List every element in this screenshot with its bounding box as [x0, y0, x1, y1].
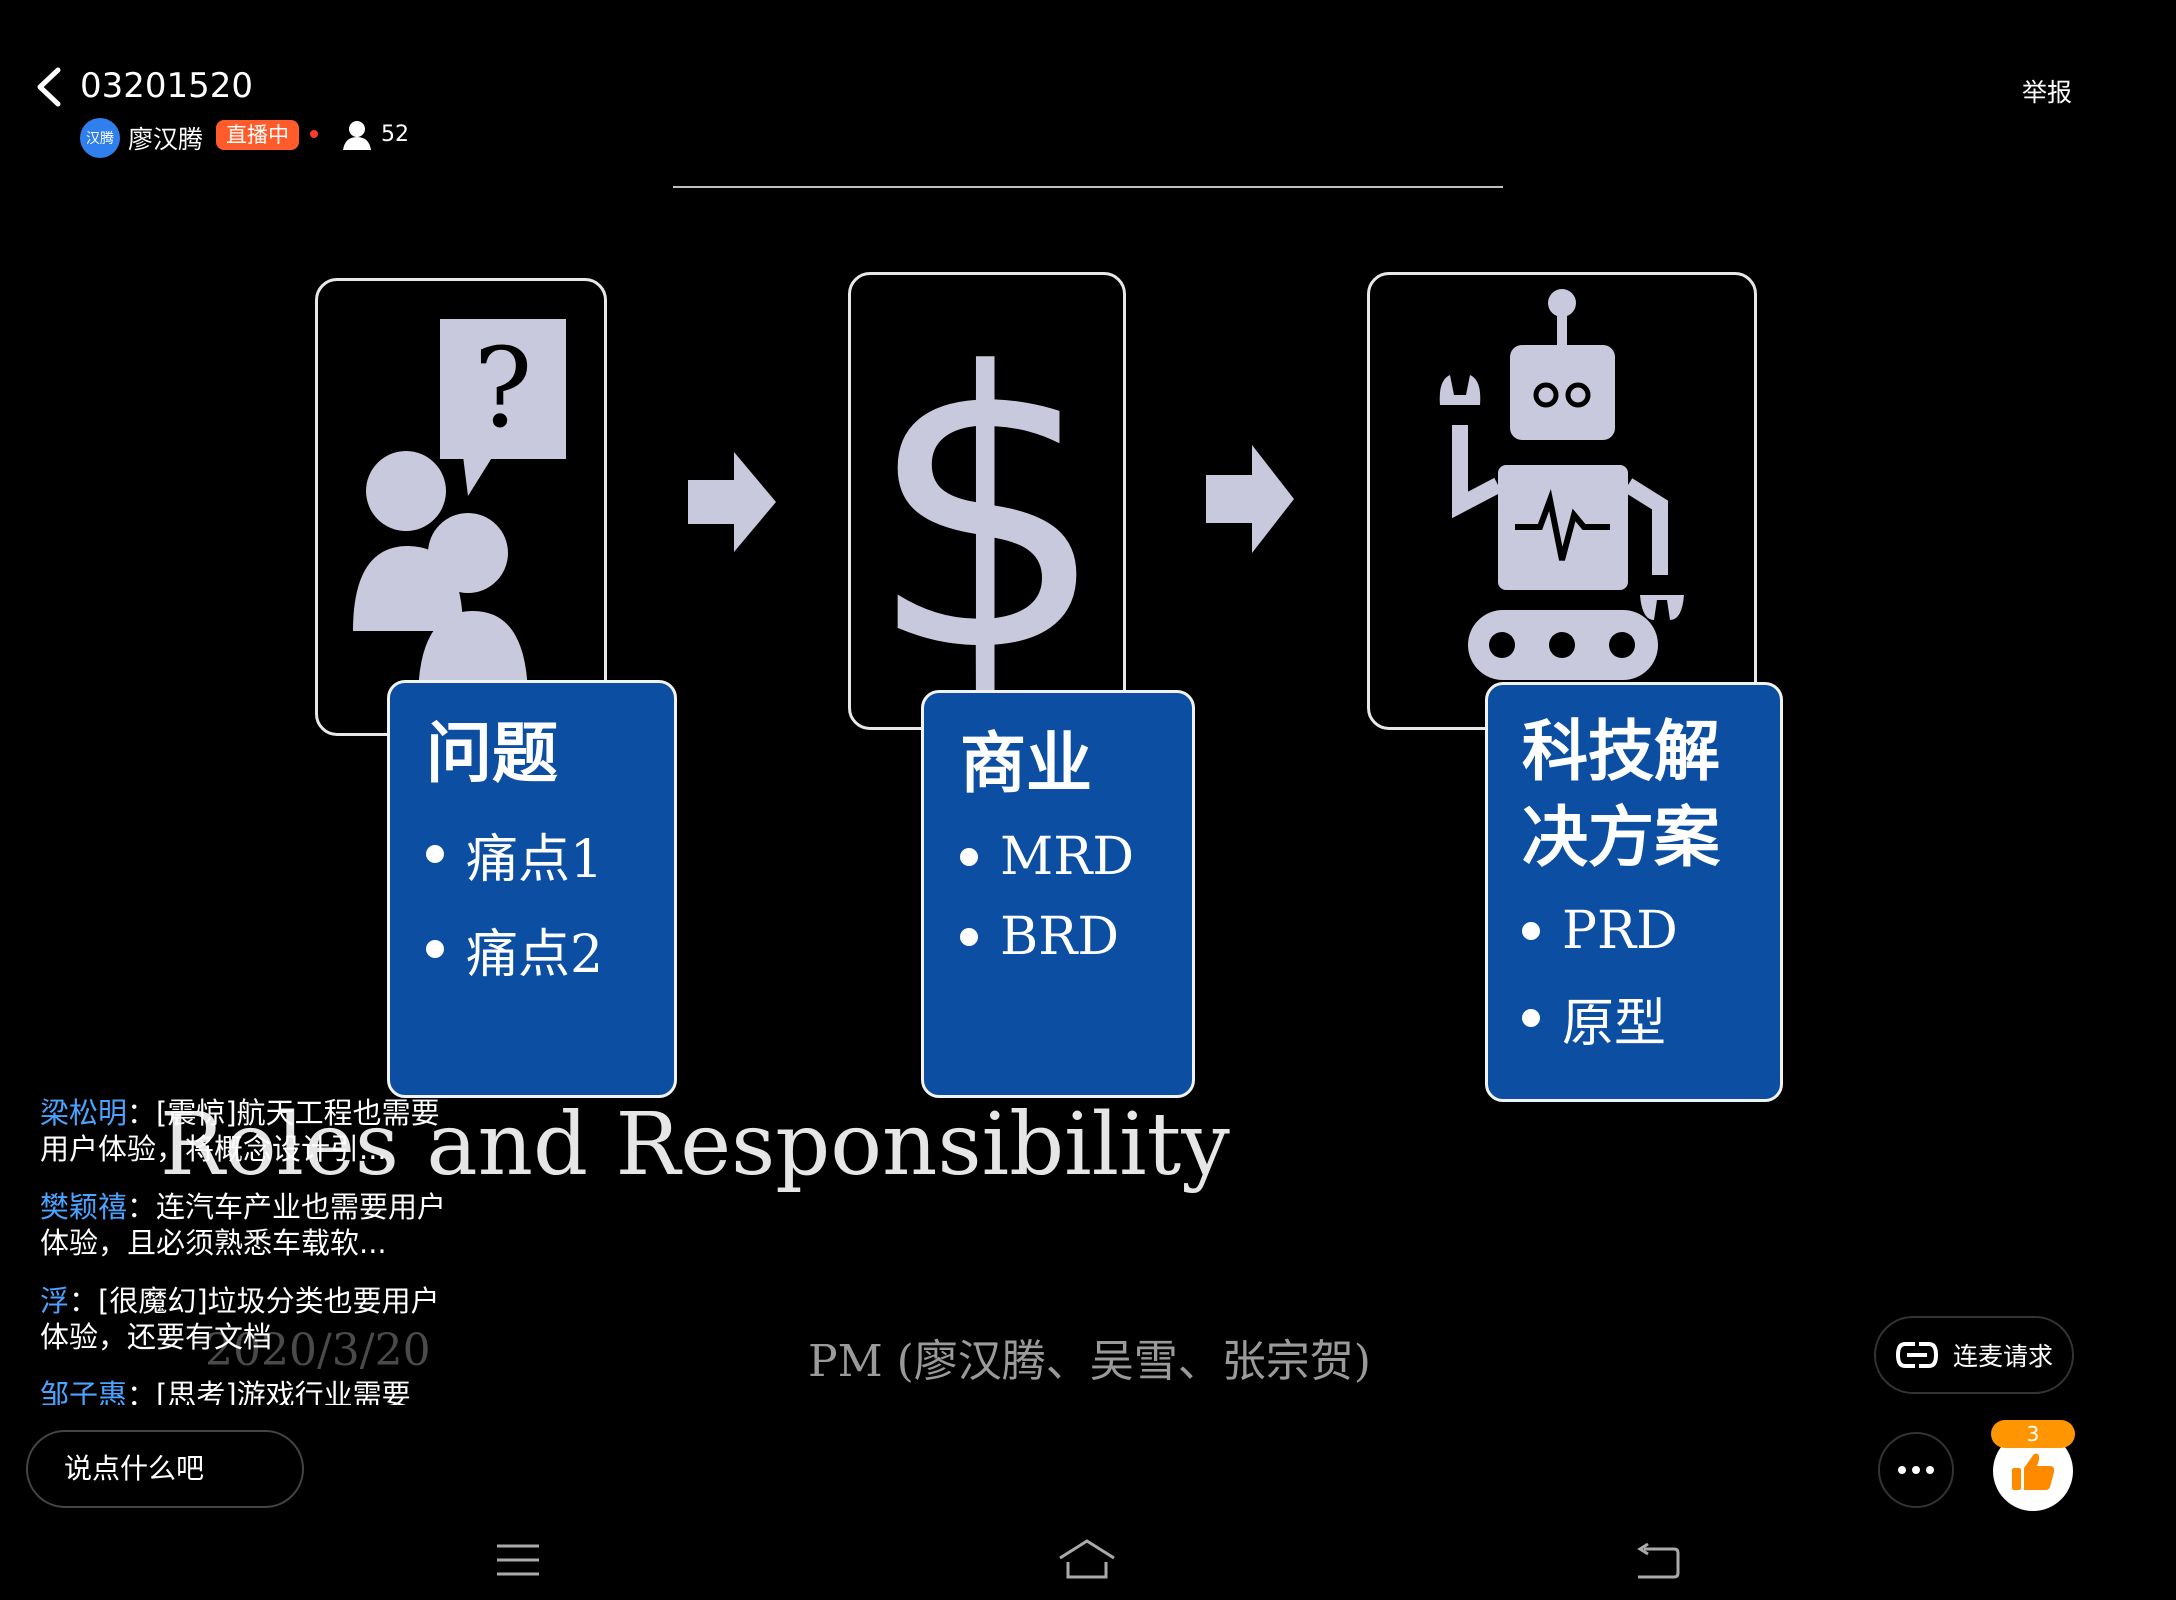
- comment-separator: ：: [127, 1190, 157, 1224]
- slide-divider: [673, 186, 1503, 188]
- comment-text: [思考]游戏行业需要: [156, 1378, 411, 1405]
- back-nav-icon[interactable]: [1634, 1543, 1680, 1579]
- comment-separator: ：: [127, 1378, 157, 1405]
- comment-text: [很魔幻]垃圾分类也要用户体验，还要有文档: [40, 1284, 440, 1354]
- room-title: 03201520: [80, 66, 254, 106]
- person-icon: [343, 121, 371, 150]
- bullet-icon: [1522, 921, 1540, 940]
- home-icon[interactable]: [1058, 1538, 1116, 1580]
- more-dots-icon: [1898, 1466, 1934, 1474]
- business-item-text: BRD: [1000, 906, 1120, 967]
- people-question-icon: ?: [353, 319, 566, 701]
- tech-item: PRD: [1522, 901, 1780, 961]
- comment-user[interactable]: 邹子惠: [40, 1378, 127, 1405]
- menu-icon[interactable]: [497, 1543, 539, 1577]
- problem-item-text: 痛点2: [466, 924, 604, 985]
- tech-box: 科技解 决方案 PRD 原型: [1485, 682, 1783, 1102]
- tech-item: 原型: [1522, 981, 1780, 1056]
- comment-separator: ：: [69, 1284, 99, 1318]
- link-icon: [1895, 1342, 1938, 1368]
- business-item-text: MRD: [1000, 826, 1135, 887]
- thumbs-up-icon: [2012, 1453, 2055, 1490]
- comment-separator: ：: [127, 1096, 157, 1130]
- problem-item-text: 痛点1: [466, 829, 604, 890]
- bullet-icon: [1522, 1009, 1540, 1028]
- comment-input[interactable]: 说点什么吧: [26, 1430, 304, 1508]
- comment-user[interactable]: 梁松明: [40, 1096, 127, 1130]
- business-item: MRD: [960, 827, 1192, 887]
- report-button[interactable]: 举报: [2022, 73, 2072, 109]
- bullet-icon: [960, 927, 978, 946]
- comment-item: 樊颖禧：连汽车产业也需要用户体验，且必须熟悉车载软...: [40, 1189, 450, 1261]
- comment-user[interactable]: 浮: [40, 1284, 69, 1318]
- mic-request-button[interactable]: 连麦请求: [1874, 1316, 2074, 1394]
- business-icon-card: $: [848, 272, 1126, 735]
- problem-item: 痛点2: [426, 912, 674, 987]
- tech-item-text: PRD: [1562, 900, 1678, 961]
- comment-list[interactable]: 梁松明：[震惊]航天工程也需要用户体验，将概念设计引... 樊颖禧：连汽车产业也…: [40, 1095, 450, 1405]
- svg-text:?: ?: [474, 324, 533, 452]
- business-title: 商业: [960, 725, 1092, 802]
- problem-item: 痛点1: [426, 817, 674, 892]
- svg-text:$: $: [866, 292, 1108, 727]
- problem-title: 问题: [426, 715, 558, 792]
- arrow-right-icon: [1206, 445, 1294, 553]
- back-arrow-icon[interactable]: [28, 64, 74, 110]
- business-box: 商业 MRD BRD: [921, 690, 1195, 1098]
- live-badge: 直播中: [216, 120, 299, 150]
- dollar-sign-icon: $: [866, 292, 1108, 735]
- bullet-icon: [960, 847, 978, 866]
- host-name: 廖汉腾: [128, 125, 204, 154]
- tech-icon-card: [1367, 272, 1757, 730]
- viewer-count: 52: [381, 122, 409, 147]
- host-avatar[interactable]: 汉腾: [80, 118, 120, 158]
- robot-icon: [1439, 289, 1684, 680]
- problem-box: 问题 痛点1 痛点2: [387, 680, 677, 1098]
- more-button[interactable]: [1878, 1432, 1954, 1508]
- tech-title-line2: 决方案: [1522, 798, 1720, 876]
- like-count-badge: 3: [1991, 1420, 2075, 1448]
- bullet-icon: [426, 845, 444, 864]
- tech-title-line1: 科技解: [1522, 713, 1720, 790]
- arrow-right-icon: [688, 452, 776, 552]
- slide-authors: PM (廖汉腾、吴雪、张宗贺): [808, 1336, 1371, 1387]
- comment-item: 梁松明：[震惊]航天工程也需要用户体验，将概念设计引...: [40, 1095, 450, 1167]
- comment-item: 邹子惠：[思考]游戏行业需要: [40, 1377, 450, 1405]
- business-item: BRD: [960, 907, 1192, 967]
- comment-user[interactable]: 樊颖禧: [40, 1190, 127, 1224]
- problem-icon-card: ?: [315, 278, 607, 736]
- bullet-icon: [426, 940, 444, 959]
- mic-request-label: 连麦请求: [1952, 1342, 2053, 1371]
- live-dot: [310, 130, 318, 138]
- tech-item-text: 原型: [1562, 993, 1667, 1054]
- comment-item: 浮：[很魔幻]垃圾分类也要用户体验，还要有文档: [40, 1283, 450, 1355]
